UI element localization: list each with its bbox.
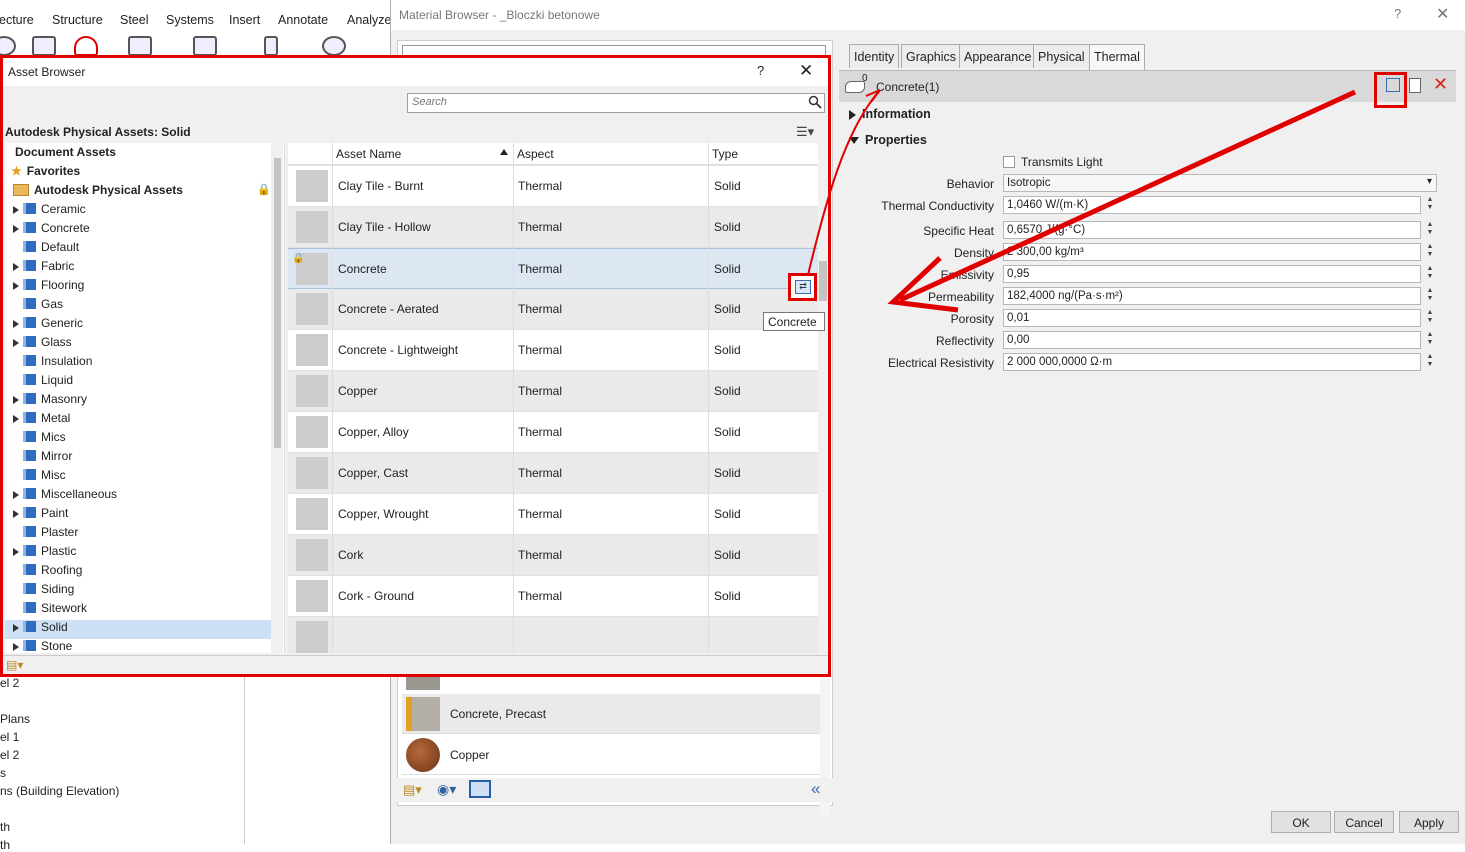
annotation-arrows (807, 89, 1357, 313)
annotation-arrow-thick (898, 89, 1357, 303)
annotation-arrowhead (865, 89, 881, 103)
annotation-arrowhead (887, 256, 959, 313)
annotation-arrow-thin (807, 89, 881, 276)
